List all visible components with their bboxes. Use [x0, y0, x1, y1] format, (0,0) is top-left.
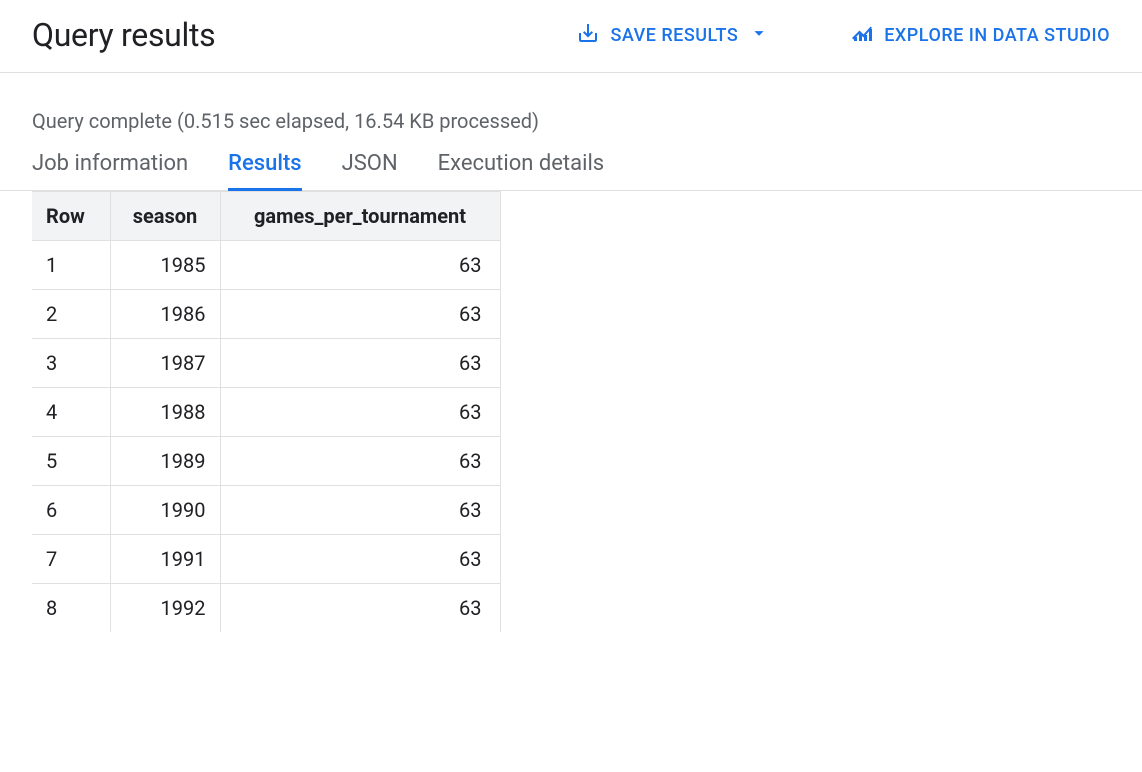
- table-row: 8199263: [32, 584, 500, 633]
- results-table-wrap: Row season games_per_tournament 11985632…: [0, 191, 1142, 632]
- cell-games-per-tournament: 63: [220, 388, 500, 437]
- table-row: 1198563: [32, 241, 500, 290]
- results-table: Row season games_per_tournament 11985632…: [32, 191, 501, 632]
- cell-games-per-tournament: 63: [220, 486, 500, 535]
- cell-games-per-tournament: 63: [220, 339, 500, 388]
- table-row: 4198863: [32, 388, 500, 437]
- table-row: 2198663: [32, 290, 500, 339]
- save-results-button[interactable]: SAVE RESULTS: [576, 21, 770, 50]
- chevron-down-icon: [748, 22, 770, 49]
- table-row: 7199163: [32, 535, 500, 584]
- header-bar: Query results SAVE RESULTS EXPLORE IN DA…: [0, 0, 1142, 73]
- cell-row-number: 1: [32, 241, 110, 290]
- explore-data-studio-button[interactable]: EXPLORE IN DATA STUDIO: [850, 21, 1110, 50]
- tab-json[interactable]: JSON: [342, 151, 398, 190]
- cell-season: 1989: [110, 437, 220, 486]
- chart-line-icon: [850, 21, 874, 50]
- table-row: 3198763: [32, 339, 500, 388]
- cell-row-number: 6: [32, 486, 110, 535]
- cell-season: 1986: [110, 290, 220, 339]
- cell-row-number: 2: [32, 290, 110, 339]
- cell-games-per-tournament: 63: [220, 437, 500, 486]
- cell-row-number: 8: [32, 584, 110, 633]
- tab-job-information[interactable]: Job information: [32, 151, 188, 190]
- cell-row-number: 3: [32, 339, 110, 388]
- cell-season: 1990: [110, 486, 220, 535]
- cell-row-number: 5: [32, 437, 110, 486]
- tab-execution-details[interactable]: Execution details: [438, 151, 605, 190]
- cell-season: 1987: [110, 339, 220, 388]
- page-title: Query results: [32, 16, 215, 54]
- cell-row-number: 4: [32, 388, 110, 437]
- save-results-label: SAVE RESULTS: [610, 25, 738, 46]
- download-icon: [576, 21, 600, 50]
- explore-label: EXPLORE IN DATA STUDIO: [884, 25, 1110, 46]
- header-actions: SAVE RESULTS EXPLORE IN DATA STUDIO: [576, 21, 1110, 50]
- query-status-text: Query complete (0.515 sec elapsed, 16.54…: [0, 73, 1142, 137]
- tab-results[interactable]: Results: [228, 151, 301, 190]
- column-header-games: games_per_tournament: [220, 192, 500, 241]
- column-header-season: season: [110, 192, 220, 241]
- table-header-row: Row season games_per_tournament: [32, 192, 500, 241]
- cell-games-per-tournament: 63: [220, 290, 500, 339]
- column-header-row: Row: [32, 192, 110, 241]
- cell-season: 1988: [110, 388, 220, 437]
- cell-games-per-tournament: 63: [220, 241, 500, 290]
- table-row: 5198963: [32, 437, 500, 486]
- cell-season: 1991: [110, 535, 220, 584]
- cell-season: 1992: [110, 584, 220, 633]
- result-tabs: Job information Results JSON Execution d…: [0, 137, 1142, 191]
- cell-season: 1985: [110, 241, 220, 290]
- cell-games-per-tournament: 63: [220, 535, 500, 584]
- cell-games-per-tournament: 63: [220, 584, 500, 633]
- table-row: 6199063: [32, 486, 500, 535]
- cell-row-number: 7: [32, 535, 110, 584]
